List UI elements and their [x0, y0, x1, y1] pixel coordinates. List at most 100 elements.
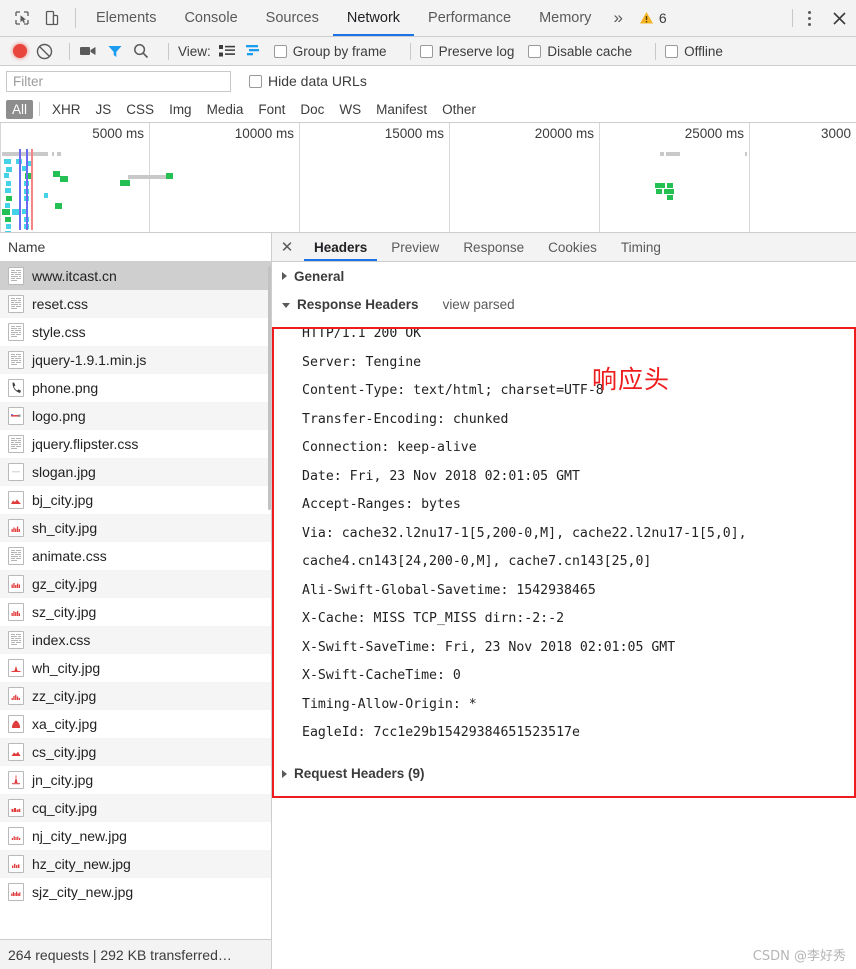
- devtools-window: Elements Console Sources Network Perform…: [0, 0, 856, 969]
- filter-icon[interactable]: [107, 44, 123, 59]
- waterfall-view-icon[interactable]: [246, 44, 263, 58]
- list-item[interactable]: jquery.flipster.css: [0, 430, 271, 458]
- type-filter-all[interactable]: All: [6, 100, 33, 119]
- type-filter-xhr[interactable]: XHR: [46, 100, 87, 119]
- list-item-label: jquery.flipster.css: [32, 436, 138, 452]
- list-item-label: cq_city.jpg: [32, 800, 97, 816]
- general-section-header[interactable]: General: [272, 262, 856, 290]
- city-image-icon: [8, 771, 24, 789]
- tabbar-divider: [75, 8, 76, 28]
- list-item[interactable]: sz_city.jpg: [0, 598, 271, 626]
- response-headers-section-header[interactable]: Response Headers view parsed: [272, 290, 856, 318]
- header-line: X-Swift-SaveTime: Fri, 23 Nov 2018 02:01…: [302, 634, 856, 663]
- list-item[interactable]: animate.css: [0, 542, 271, 570]
- list-item[interactable]: zz_city.jpg: [0, 682, 271, 710]
- type-filter-js[interactable]: JS: [90, 100, 118, 119]
- list-item[interactable]: wh_city.jpg: [0, 654, 271, 682]
- record-button[interactable]: [13, 44, 27, 58]
- checkbox-group-by-frame-label: Group by frame: [293, 44, 387, 59]
- list-item[interactable]: hz_city_new.jpg: [0, 850, 271, 878]
- phone-image-icon: [8, 379, 24, 397]
- list-item[interactable]: bj_city.jpg: [0, 486, 271, 514]
- clear-button[interactable]: [36, 43, 53, 60]
- list-item[interactable]: nj_city_new.jpg: [0, 822, 271, 850]
- checkbox-group-by-frame[interactable]: Group by frame: [274, 44, 387, 59]
- list-item[interactable]: jquery-1.9.1.min.js: [0, 346, 271, 374]
- type-filter-doc[interactable]: Doc: [294, 100, 330, 119]
- list-item-label: jn_city.jpg: [32, 772, 93, 788]
- checkbox-disable-cache[interactable]: Disable cache: [528, 44, 632, 59]
- tab-timing[interactable]: Timing: [609, 233, 673, 261]
- request-headers-section-header[interactable]: Request Headers (9): [272, 760, 856, 788]
- annotation-label: 响应头: [592, 360, 670, 396]
- domcontentloaded-marker: [19, 149, 21, 230]
- document-icon: [8, 435, 24, 453]
- domcontentloaded-marker-2: [26, 149, 28, 230]
- tab-performance[interactable]: Performance: [414, 0, 525, 36]
- inspect-element-icon[interactable]: [7, 0, 37, 36]
- network-overview-timeline[interactable]: 5000 ms 10000 ms 15000 ms 20000 ms 25000…: [0, 123, 856, 233]
- list-item[interactable]: index.css: [0, 626, 271, 654]
- type-filter-img[interactable]: Img: [163, 100, 198, 119]
- type-filter-media[interactable]: Media: [201, 100, 250, 119]
- search-icon[interactable]: [133, 43, 149, 59]
- type-filter-font[interactable]: Font: [252, 100, 291, 119]
- checkbox-preserve-log[interactable]: Preserve log: [420, 44, 515, 59]
- tab-console-label: Console: [184, 10, 237, 26]
- close-detail-icon[interactable]: ✕: [272, 233, 302, 261]
- list-item-label: reset.css: [32, 296, 88, 312]
- list-item[interactable]: xa_city.jpg: [0, 710, 271, 738]
- checkbox-offline[interactable]: Offline: [665, 44, 723, 59]
- device-toolbar-icon[interactable]: [37, 0, 67, 36]
- tab-console[interactable]: Console: [170, 0, 251, 36]
- toolbar-divider-1: [69, 43, 70, 60]
- request-list[interactable]: www.itcast.cn reset.css: [0, 262, 271, 939]
- list-item[interactable]: style.css: [0, 318, 271, 346]
- list-item[interactable]: sjz_city_new.jpg: [0, 878, 271, 906]
- capture-screenshots-icon[interactable]: [79, 44, 97, 58]
- response-headers-raw-text: HTTP/1.1 200 OK Server: Tengine Content-…: [272, 318, 856, 754]
- list-item[interactable]: cs_city.jpg: [0, 738, 271, 766]
- tab-response[interactable]: Response: [451, 233, 536, 261]
- scrollbar-thumb[interactable]: [268, 266, 271, 510]
- tab-memory[interactable]: Memory: [525, 0, 605, 36]
- timeline-tick-5000: 5000 ms: [92, 126, 149, 141]
- type-filter-manifest[interactable]: Manifest: [370, 100, 433, 119]
- devtools-tab-strip: Elements Console Sources Network Perform…: [82, 0, 786, 36]
- type-filter-other[interactable]: Other: [436, 100, 482, 119]
- tab-preview[interactable]: Preview: [379, 233, 451, 261]
- list-item[interactable]: jn_city.jpg: [0, 766, 271, 794]
- checkbox-hide-data-urls[interactable]: Hide data URLs: [249, 73, 367, 89]
- tab-cookies-label: Cookies: [548, 240, 597, 255]
- tab-headers[interactable]: Headers: [302, 233, 379, 261]
- chevron-down-icon: [282, 303, 290, 308]
- request-list-header[interactable]: Name: [0, 233, 271, 262]
- list-item[interactable]: gz_city.jpg: [0, 570, 271, 598]
- type-filter-css[interactable]: CSS: [120, 100, 160, 119]
- city-image-icon: [8, 799, 24, 817]
- tab-sources[interactable]: Sources: [252, 0, 333, 36]
- logo-image-icon: [8, 407, 24, 425]
- tab-elements[interactable]: Elements: [82, 0, 170, 36]
- warning-count-badge[interactable]: 6: [631, 0, 671, 36]
- list-item[interactable]: www.itcast.cn: [0, 262, 271, 290]
- search-input[interactable]: Filter: [6, 71, 231, 92]
- type-filter-ws[interactable]: WS: [333, 100, 367, 119]
- list-item[interactable]: logo.png: [0, 402, 271, 430]
- document-icon: [8, 547, 24, 565]
- column-header-name: Name: [8, 239, 45, 255]
- list-view-icon[interactable]: [219, 44, 235, 58]
- close-icon[interactable]: [822, 0, 856, 36]
- kebab-menu-icon[interactable]: [796, 0, 822, 36]
- timeline-tick-15000: 15000 ms: [385, 126, 449, 141]
- tab-cookies[interactable]: Cookies: [536, 233, 609, 261]
- view-parsed-link[interactable]: view parsed: [443, 297, 515, 312]
- tab-network[interactable]: Network: [333, 0, 414, 36]
- more-tabs-icon[interactable]: »: [605, 0, 630, 36]
- list-item[interactable]: phone.png: [0, 374, 271, 402]
- list-item[interactable]: reset.css: [0, 290, 271, 318]
- tab-performance-label: Performance: [428, 10, 511, 26]
- list-item[interactable]: sh_city.jpg: [0, 514, 271, 542]
- list-item[interactable]: slogan.jpg: [0, 458, 271, 486]
- list-item[interactable]: cq_city.jpg: [0, 794, 271, 822]
